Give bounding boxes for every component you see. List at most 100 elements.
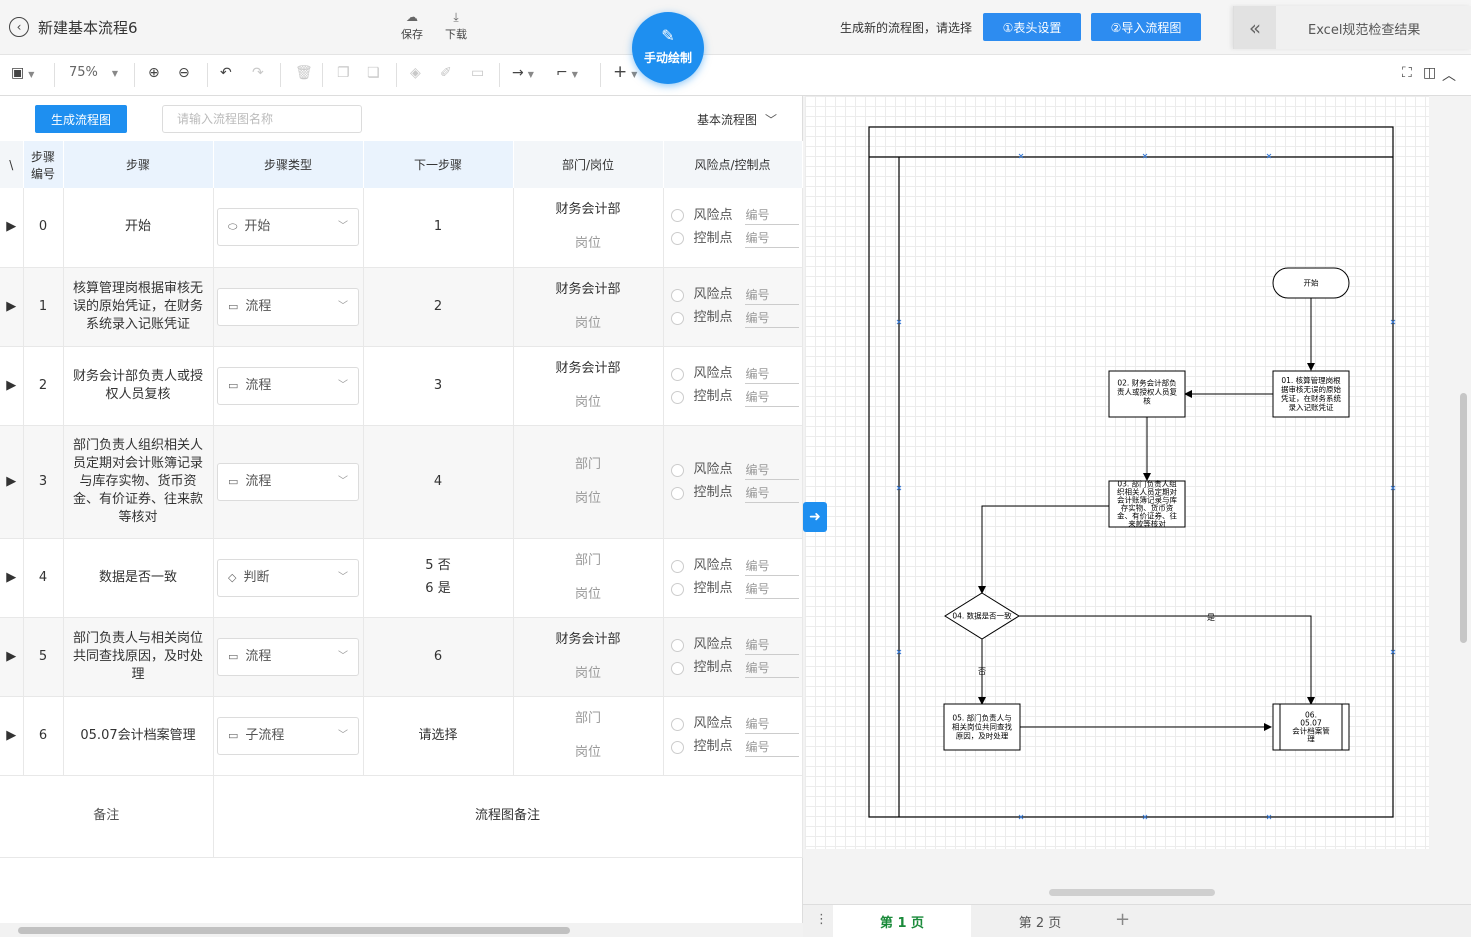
- control-number-input[interactable]: 编号: [744, 388, 799, 407]
- canvas-vertical-scrollbar[interactable]: [1460, 393, 1467, 643]
- table-row[interactable]: ▶ 6 05.07会计档案管理 ▭ 子流程 ﹀ 请选择 部门 岗位 风险点 编号 …: [0, 696, 803, 776]
- dept-cell[interactable]: 部门 岗位: [513, 696, 664, 776]
- control-number-input[interactable]: 编号: [744, 484, 799, 503]
- canvas-horizontal-scrollbar[interactable]: [1049, 889, 1215, 896]
- remark-input[interactable]: 流程图备注: [213, 775, 803, 858]
- save-button[interactable]: ☁ 保存: [392, 10, 432, 42]
- to-front-icon[interactable]: ❐: [337, 65, 350, 81]
- row-expand-icon[interactable]: ▶: [0, 538, 24, 618]
- add-page-icon[interactable]: +: [1115, 909, 1130, 930]
- control-number-input[interactable]: 编号: [744, 309, 799, 328]
- risk-number-input[interactable]: 编号: [744, 557, 799, 576]
- table-row[interactable]: ▶ 4 数据是否一致 ◇ 判断 ﹀ 5 否6 是 部门 岗位 风险点 编号 控制点…: [0, 538, 803, 618]
- step-text[interactable]: 05.07会计档案管理: [63, 696, 214, 776]
- header-settings-button[interactable]: ①表头设置: [983, 13, 1081, 41]
- tab-page-1[interactable]: 第 1 页: [833, 905, 971, 938]
- dept-cell[interactable]: 部门 岗位: [513, 425, 664, 539]
- dept-cell[interactable]: 财务会计部 岗位: [513, 617, 664, 697]
- more-vertical-icon[interactable]: ⋮: [815, 912, 828, 927]
- risk-radio[interactable]: [670, 367, 684, 381]
- download-button[interactable]: ⤓ 下载: [436, 10, 476, 42]
- manual-draw-button[interactable]: ✎ 手动绘制: [632, 12, 704, 84]
- table-row[interactable]: ▶ 5 部门负责人与相关岗位共同查找原因，及时处理 ▭ 流程 ﹀ 6 财务会计部…: [0, 617, 803, 697]
- zoom-select[interactable]: 75% ▼: [69, 65, 118, 80]
- control-radio[interactable]: [670, 486, 684, 500]
- risk-radio[interactable]: [670, 638, 684, 652]
- control-radio[interactable]: [670, 661, 684, 675]
- fill-color-icon[interactable]: ◈: [410, 65, 421, 81]
- control-radio[interactable]: [670, 582, 684, 596]
- step-type-select[interactable]: ▭ 流程 ﹀: [217, 366, 359, 405]
- table-row[interactable]: ▶ 0 开始 ⬭ 开始 ﹀ 1 财务会计部 岗位 风险点 编号 控制点 编号: [0, 188, 803, 268]
- risk-number-input[interactable]: 编号: [744, 286, 799, 305]
- flow-name-input[interactable]: [162, 105, 362, 133]
- step-text[interactable]: 数据是否一致: [63, 538, 214, 618]
- control-number-input[interactable]: 编号: [744, 229, 799, 249]
- zoom-in-icon[interactable]: ⊕: [148, 65, 160, 81]
- table-row[interactable]: ▶ 1 核算管理岗根据审核无误的原始凭证，在财务系统录入记账凭证 ▭ 流程 ﹀ …: [0, 267, 803, 347]
- risk-radio[interactable]: [670, 717, 684, 731]
- tab-page-2[interactable]: 第 2 页: [971, 905, 1109, 938]
- next-step-cell[interactable]: 请选择: [363, 696, 514, 776]
- dept-cell[interactable]: 财务会计部 岗位: [513, 346, 664, 426]
- arrow-right-toggle-icon[interactable]: ➜: [803, 502, 827, 532]
- step-type-select[interactable]: ▭ 流程 ﹀: [217, 462, 359, 501]
- risk-radio[interactable]: [670, 288, 684, 302]
- line-color-icon[interactable]: ✐: [440, 65, 452, 81]
- risk-radio[interactable]: [670, 559, 684, 573]
- next-step-cell[interactable]: 1: [363, 188, 514, 268]
- step-type-select[interactable]: ⬭ 开始 ﹀: [217, 208, 359, 247]
- diagram-canvas[interactable]: 开始 01. 核算管理岗根 据审核无误的原始 凭证，在财务系统 录入记账凭证 02. 财务…: [805, 96, 1429, 849]
- row-expand-icon[interactable]: ▶: [0, 425, 24, 539]
- collapse-up-icon[interactable]: ︿: [1442, 65, 1456, 85]
- table-row[interactable]: ▶ 3 部门负责人组织相关人员定期对会计账簿记录与库存实物、货币资金、有价证券、…: [0, 425, 803, 539]
- row-expand-icon[interactable]: ▶: [0, 617, 24, 697]
- row-expand-icon[interactable]: ▶: [0, 346, 24, 426]
- next-step-cell[interactable]: 4: [363, 425, 514, 539]
- row-expand-icon[interactable]: ▶: [0, 188, 24, 268]
- next-step-cell[interactable]: 5 否6 是: [363, 538, 514, 618]
- step-type-select[interactable]: ◇ 判断 ﹀: [217, 558, 359, 597]
- step-text[interactable]: 财务会计部负责人或授权人员复核: [63, 346, 214, 426]
- step-text[interactable]: 开始: [63, 188, 214, 268]
- step-text[interactable]: 核算管理岗根据审核无误的原始凭证，在财务系统录入记账凭证: [63, 267, 214, 347]
- to-back-icon[interactable]: ❏: [367, 65, 380, 81]
- next-step-cell[interactable]: 6: [363, 617, 514, 697]
- waypoint-style-select[interactable]: ⌐ ▼: [556, 65, 578, 81]
- control-radio[interactable]: [670, 311, 684, 325]
- import-flow-button[interactable]: ②导入流程图: [1091, 13, 1201, 41]
- control-radio[interactable]: [670, 232, 684, 246]
- redo-icon[interactable]: ↷: [252, 65, 264, 81]
- flow-type-select[interactable]: 基本流程图 ﹀: [697, 111, 777, 128]
- dept-cell[interactable]: 部门 岗位: [513, 538, 664, 618]
- double-chevron-left-icon[interactable]: «: [1234, 6, 1276, 49]
- shadow-icon[interactable]: ▭: [471, 65, 484, 81]
- dept-cell[interactable]: 财务会计部 岗位: [513, 267, 664, 347]
- step-text[interactable]: 部门负责人与相关岗位共同查找原因，及时处理: [63, 617, 214, 697]
- layout-toggle[interactable]: ▣ ▼: [11, 65, 34, 81]
- connector-style-select[interactable]: → ▼: [512, 65, 534, 81]
- undo-icon[interactable]: ↶: [220, 65, 232, 81]
- horizontal-scrollbar[interactable]: [0, 923, 803, 937]
- next-step-cell[interactable]: 3: [363, 346, 514, 426]
- risk-number-input[interactable]: 编号: [744, 206, 799, 226]
- row-expand-icon[interactable]: ▶: [0, 267, 24, 347]
- risk-radio[interactable]: [670, 463, 684, 477]
- control-number-input[interactable]: 编号: [744, 659, 799, 678]
- back-icon[interactable]: ‹: [9, 17, 29, 37]
- risk-radio[interactable]: [670, 209, 684, 223]
- risk-number-input[interactable]: 编号: [744, 636, 799, 655]
- risk-number-input[interactable]: 编号: [744, 461, 799, 480]
- zoom-out-icon[interactable]: ⊖: [178, 65, 190, 81]
- step-text[interactable]: 部门负责人组织相关人员定期对会计账簿记录与库存实物、货币资金、有价证券、往来款等…: [63, 425, 214, 539]
- next-step-cell[interactable]: 2: [363, 267, 514, 347]
- delete-icon[interactable]: 🗑: [295, 65, 313, 81]
- step-type-select[interactable]: ▭ 子流程 ﹀: [217, 716, 359, 755]
- control-number-input[interactable]: 编号: [744, 580, 799, 599]
- control-radio[interactable]: [670, 390, 684, 404]
- format-panel-icon[interactable]: ◫: [1423, 65, 1436, 81]
- risk-number-input[interactable]: 编号: [744, 365, 799, 384]
- step-type-select[interactable]: ▭ 流程 ﹀: [217, 637, 359, 676]
- row-expand-icon[interactable]: ▶: [0, 696, 24, 776]
- risk-number-input[interactable]: 编号: [744, 715, 799, 734]
